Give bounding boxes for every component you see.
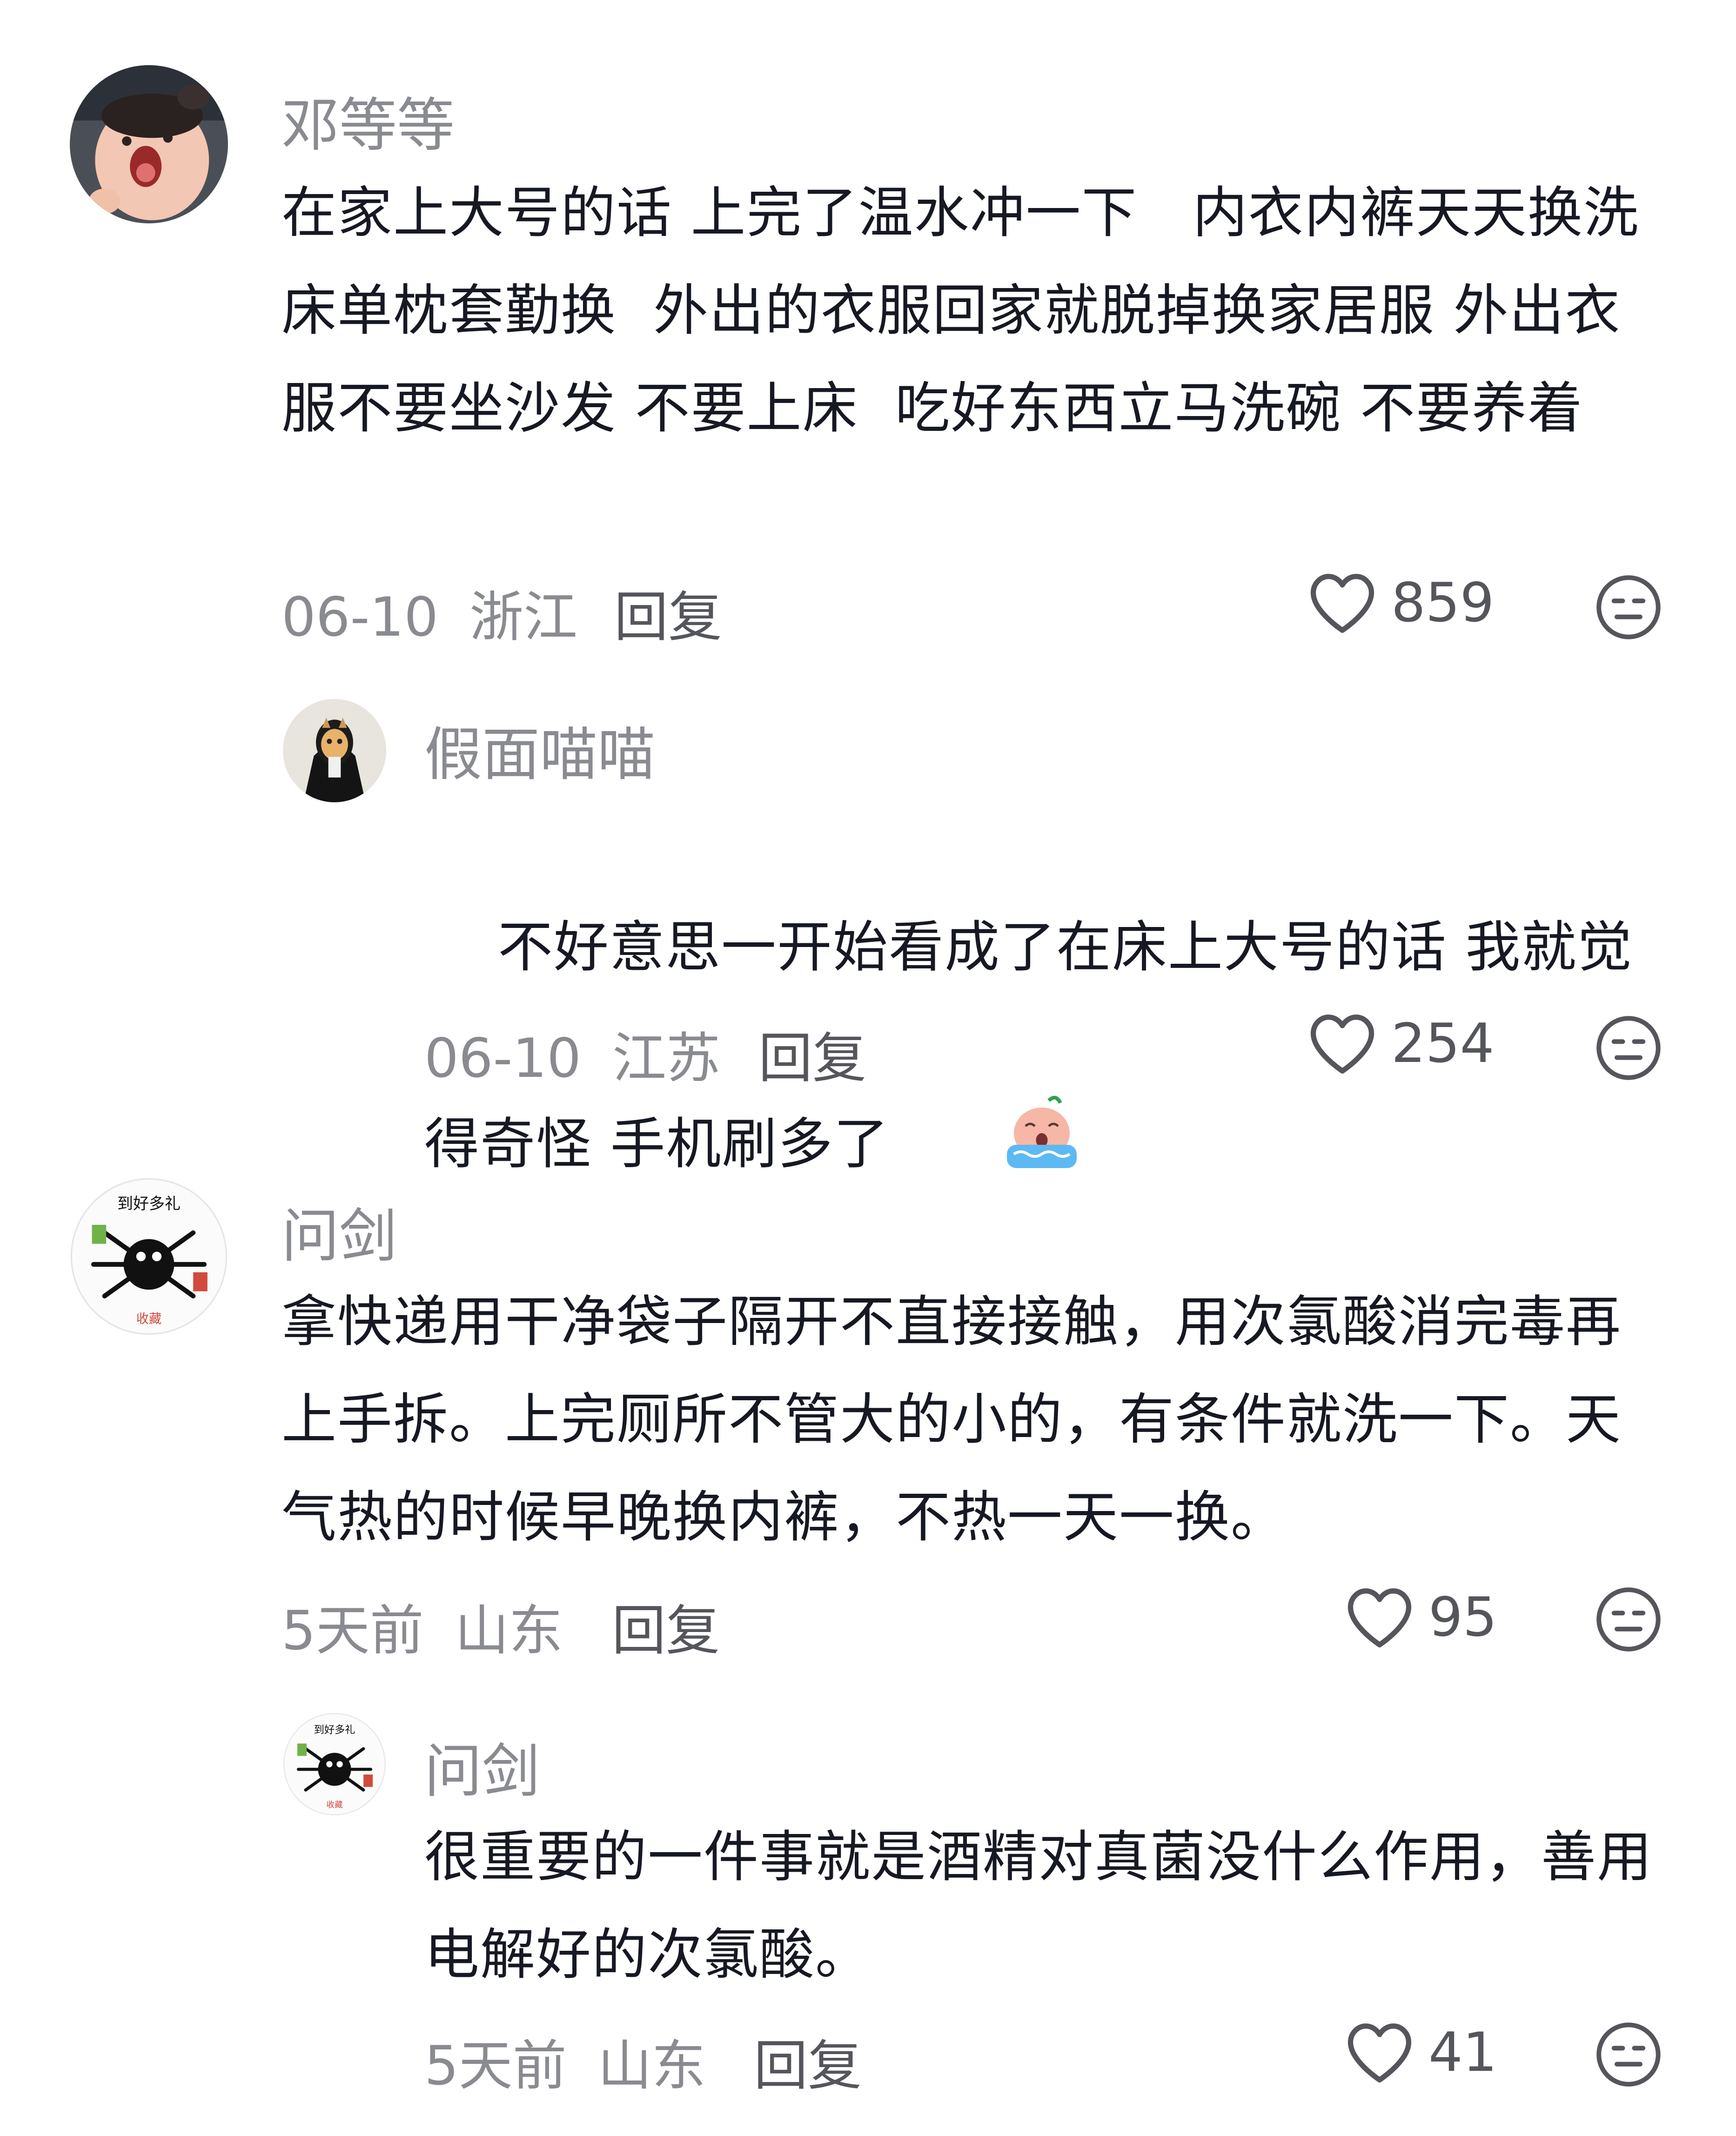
comment-meta: 5天前 山东: [282, 1587, 563, 1665]
comment-location: 山东: [597, 2035, 706, 2097]
username[interactable]: 问剑: [424, 1724, 540, 1808]
reply-button[interactable]: 回复: [758, 1014, 866, 1093]
like-count: 859: [1391, 571, 1495, 634]
svg-text:收藏: 收藏: [326, 1800, 343, 1810]
svg-text:到好多礼: 到好多礼: [314, 1724, 355, 1736]
svg-text:收藏: 收藏: [136, 1312, 161, 1326]
reply-item: 假面喵喵 不好意思一开始看成了在床上大号的话 我就觉得奇怪 手机刷多了 06-1…: [0, 675, 1736, 1176]
username[interactable]: 邓等等: [282, 78, 455, 162]
comment-meta: 06-10 浙江: [282, 573, 577, 652]
dislike-button[interactable]: [1594, 1013, 1663, 1083]
like-button[interactable]: 95: [1345, 1585, 1497, 1650]
unhappy-face-icon: [1596, 575, 1661, 639]
heart-outline-icon: [1347, 1588, 1412, 1647]
unhappy-face-icon: [1596, 1587, 1661, 1652]
user-avatar[interactable]: 到好多礼 收藏: [70, 1177, 228, 1336]
heart-outline-icon: [1347, 2023, 1412, 2082]
svg-text:到好多礼: 到好多礼: [117, 1195, 181, 1213]
like-count: 254: [1391, 1012, 1495, 1075]
comment-location: 浙江: [469, 586, 577, 649]
unhappy-face-icon: [1596, 2022, 1661, 2087]
dislike-button[interactable]: [1594, 572, 1663, 642]
reply-button[interactable]: 回复: [614, 573, 722, 652]
dislike-button[interactable]: [1594, 1585, 1663, 1654]
user-avatar[interactable]: [70, 65, 228, 223]
comment-date: 06-10: [424, 1027, 582, 1090]
comment-date: 5天前: [282, 1599, 424, 1662]
comment-location: 江苏: [612, 1027, 720, 1090]
comment-meta: 5天前 山东: [424, 2022, 706, 2100]
comment-date: 5天前: [424, 2035, 567, 2097]
username[interactable]: 问剑: [282, 1189, 397, 1273]
comment-text: 在家上大号的话 上完了温水冲一下 内衣内裤天天换洗 床单枕套勤换 外出的衣服回家…: [282, 181, 1658, 440]
user-avatar[interactable]: 到好多礼 收藏: [283, 1713, 386, 1816]
comment-item: 邓等等 在家上大号的话 上完了温水冲一下 内衣内裤天天换洗 床单枕套勤换 外出的…: [0, 0, 1736, 675]
comment-text: 拿快递用干净袋子隔开不直接接触，用次氯酸消完毒再上手拆。上完厕所不管大的小的，有…: [282, 1290, 1622, 1549]
like-count: 95: [1428, 1585, 1497, 1649]
unhappy-face-icon: [1596, 1016, 1661, 1080]
reply-button[interactable]: 回复: [612, 1587, 720, 1665]
comment-date: 06-10: [282, 586, 439, 649]
reply-button[interactable]: 回复: [754, 2022, 862, 2100]
like-count: 41: [1428, 2021, 1497, 2084]
heart-outline-icon: [1310, 574, 1374, 633]
like-button[interactable]: 41: [1345, 2020, 1497, 2085]
like-button[interactable]: 859: [1307, 570, 1494, 635]
comment-location: 山东: [455, 1599, 563, 1662]
dislike-button[interactable]: [1594, 2020, 1663, 2089]
username[interactable]: 假面喵喵: [424, 707, 655, 791]
user-avatar[interactable]: [283, 699, 386, 802]
heart-outline-icon: [1310, 1014, 1374, 1074]
comment-meta: 06-10 江苏: [424, 1014, 720, 1093]
comment-text: 很重要的一件事就是酒精对真菌没什么作用，善用电解好的次氯酸。: [424, 1825, 1653, 1987]
reply-item: 到好多礼 收藏 问剑 很重要的一件事就是酒精对真菌没什么作用，善用电解好的次氯酸…: [0, 1699, 1736, 2136]
comment-item: 到好多礼 收藏 问剑 拿快递用干净袋子隔开不直接接触，用次氯酸消完毒再上手拆。上…: [0, 1140, 1736, 1699]
like-button[interactable]: 254: [1307, 1011, 1494, 1076]
